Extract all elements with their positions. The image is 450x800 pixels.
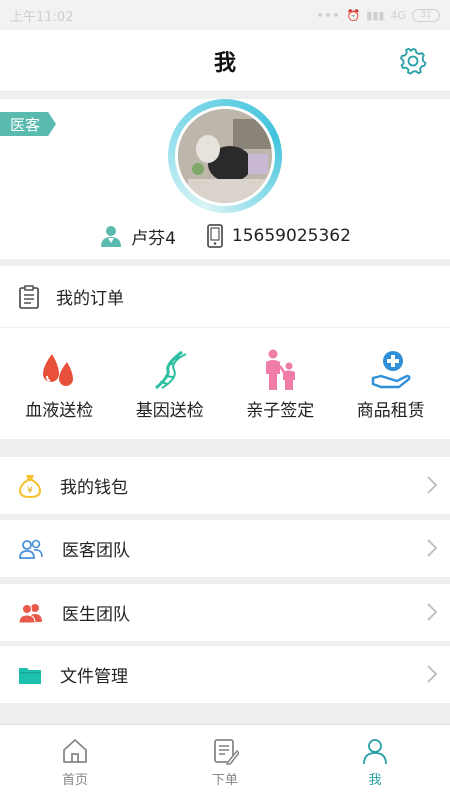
notification-dots-icon: •••	[316, 8, 341, 22]
svg-text:¥: ¥	[27, 486, 33, 496]
role-tag: 医客	[0, 112, 56, 136]
order-gene-label: 基因送检	[135, 401, 204, 421]
status-time: 上午11:02	[10, 9, 74, 25]
orders-title: 我的订单	[56, 289, 124, 309]
user-name: 卢芬4	[131, 228, 176, 249]
nav-home-label: 首页	[61, 773, 88, 788]
blood-drop-icon	[43, 354, 74, 386]
menu-files[interactable]: 文件管理	[0, 646, 450, 703]
home-icon	[63, 739, 87, 763]
parent-child-icon	[266, 349, 296, 390]
nav-order[interactable]: 下单	[150, 725, 300, 800]
menu-doctor-team[interactable]: 医生团队	[0, 584, 450, 641]
nav-me[interactable]: 我	[300, 725, 450, 800]
page-title: 我	[213, 50, 236, 76]
order-gene[interactable]: 基因送检	[120, 348, 220, 421]
nav-me-label: 我	[368, 773, 382, 788]
chevron-right-icon	[427, 539, 438, 557]
order-paternity-label: 亲子签定	[246, 401, 315, 421]
avatar[interactable]	[175, 106, 275, 206]
role-tag-label: 医客	[10, 115, 41, 134]
alarm-icon: ⏰	[346, 8, 361, 22]
gear-icon[interactable]	[398, 46, 428, 76]
network-type: 4G	[390, 8, 406, 22]
doctor-team-icon	[18, 603, 42, 623]
user-icon	[363, 739, 387, 765]
order-rental-label: 商品租赁	[356, 401, 425, 421]
battery-level: 31	[420, 10, 432, 20]
chevron-right-icon	[427, 476, 438, 494]
user-phone: 15659025362	[231, 226, 351, 246]
profile-card: 医客 卢芬4 15659025362	[0, 99, 450, 259]
chevron-right-icon	[427, 665, 438, 683]
nav-home[interactable]: 首页	[0, 725, 150, 800]
status-icons: ••• ⏰ ▮▮▮ 4G 31	[316, 8, 440, 22]
chevron-right-icon	[427, 603, 438, 621]
menu-doctor-team-label: 医生团队	[62, 605, 130, 625]
hand-cross-icon	[371, 351, 411, 389]
team-icon	[19, 539, 43, 559]
avatar-photo	[178, 109, 272, 203]
battery-icon: 31	[412, 8, 440, 22]
status-bar: 上午11:02 ••• ⏰ ▮▮▮ 4G 31	[0, 0, 450, 30]
phone-icon	[207, 224, 223, 248]
money-bag-icon: ¥	[18, 474, 42, 498]
menu-team-label: 医客团队	[62, 541, 130, 561]
order-blood-label: 血液送检	[25, 401, 94, 421]
bottom-nav: 首页 下单 我	[0, 724, 450, 800]
user-info: 卢芬4 15659025362	[0, 223, 450, 249]
menu-wallet-label: 我的钱包	[60, 478, 128, 498]
clipboard-icon	[19, 284, 39, 309]
menu-team[interactable]: 医客团队	[0, 520, 450, 577]
order-blood[interactable]: 血液送检	[9, 348, 109, 421]
signal-icon: ▮▮▮	[366, 8, 385, 22]
doctor-icon	[101, 226, 122, 247]
menu-files-label: 文件管理	[60, 667, 128, 687]
page-header: 我	[0, 30, 450, 92]
nav-order-label: 下单	[211, 773, 238, 788]
avatar-ring	[168, 99, 282, 213]
orders-header[interactable]: 我的订单	[0, 266, 450, 328]
dna-icon	[154, 350, 187, 390]
edit-order-icon	[214, 739, 239, 765]
order-paternity[interactable]: 亲子签定	[230, 348, 330, 421]
orders-section: 我的订单 血液送检 基因送检 亲子签定 商品租赁	[0, 266, 450, 439]
order-categories: 血液送检 基因送检 亲子签定 商品租赁	[0, 348, 450, 421]
menu-wallet[interactable]: ¥ 我的钱包	[0, 457, 450, 514]
order-rental[interactable]: 商品租赁	[341, 348, 441, 421]
folder-icon	[19, 667, 41, 684]
